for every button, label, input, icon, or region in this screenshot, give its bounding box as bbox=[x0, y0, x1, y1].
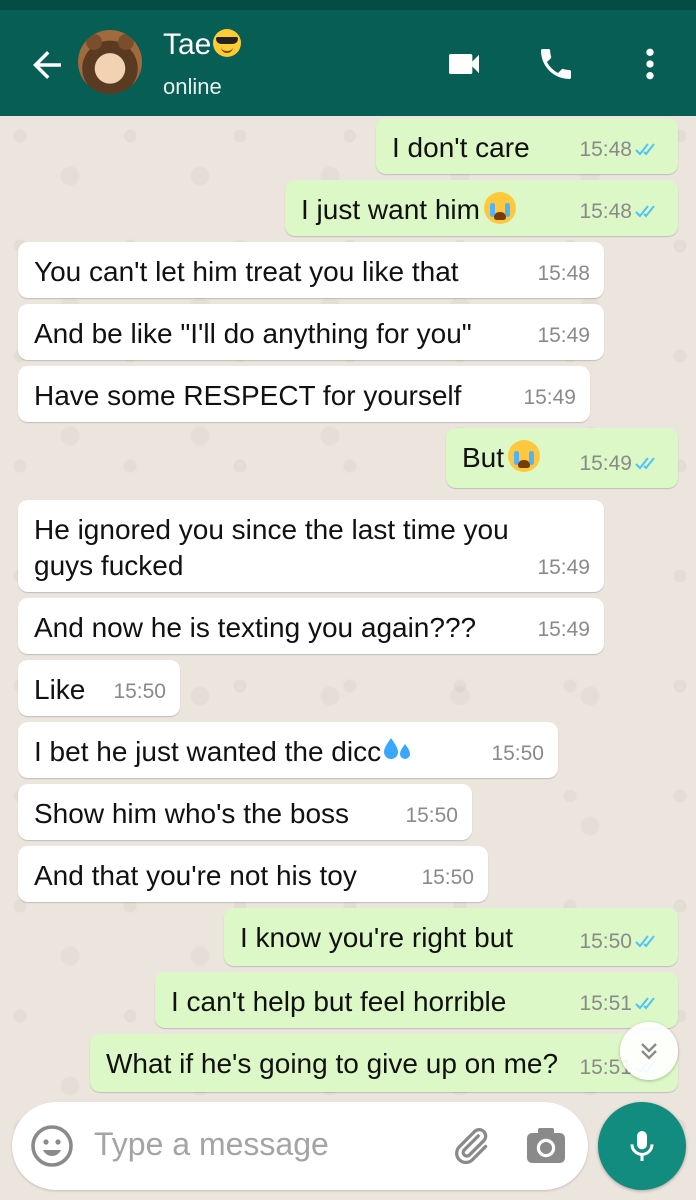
microphone-icon bbox=[630, 1131, 654, 1161]
attachment-clip-icon[interactable] bbox=[448, 1124, 492, 1168]
double-chevron-down-icon bbox=[641, 1043, 657, 1060]
message-time: 15:49 bbox=[537, 556, 590, 579]
voice-message-button[interactable] bbox=[598, 1102, 686, 1190]
more-options-icon[interactable] bbox=[630, 44, 670, 84]
message-time: 15:50 bbox=[113, 680, 166, 703]
message-input[interactable]: Type a message bbox=[94, 1126, 329, 1163]
message-time: 15:50 bbox=[491, 742, 544, 765]
message-bubble[interactable]: Like 15:50 bbox=[18, 660, 180, 716]
loudly-crying-emoji-icon bbox=[508, 440, 541, 472]
message-bubble[interactable]: Have some RESPECT for yourself 15:49 bbox=[18, 366, 590, 422]
message-time: 15:49 bbox=[537, 618, 590, 641]
sunglasses-emoji-icon bbox=[213, 29, 242, 57]
message-composer[interactable]: Type a message bbox=[12, 1102, 588, 1190]
video-call-icon[interactable] bbox=[444, 44, 484, 84]
read-receipt-icon bbox=[635, 997, 655, 1010]
message-bubble[interactable]: I just want him 15:48 bbox=[285, 180, 678, 236]
message-time: 15:48 bbox=[579, 194, 662, 230]
read-receipt-icon bbox=[635, 205, 655, 218]
loudly-crying-emoji-icon bbox=[483, 192, 516, 224]
system-status-bar bbox=[0, 0, 696, 10]
message-bubble[interactable]: Show him who's the boss 15:50 bbox=[18, 784, 472, 840]
emoji-picker-icon[interactable] bbox=[28, 1122, 76, 1170]
message-bubble[interactable]: I bet he just wanted the dicc 15:50 bbox=[18, 722, 558, 778]
message-time: 15:51 bbox=[579, 986, 662, 1022]
contact-name[interactable]: Tae bbox=[163, 28, 242, 62]
message-time: 15:49 bbox=[579, 446, 662, 482]
message-list[interactable]: I don't care 15:48 I just want him 15:48… bbox=[0, 116, 696, 1200]
read-receipt-icon bbox=[635, 457, 655, 470]
message-time: 15:48 bbox=[579, 132, 662, 168]
sweat-droplets-emoji-icon bbox=[384, 738, 411, 759]
message-bubble[interactable]: I can't help but feel horrible 15:51 bbox=[155, 972, 678, 1028]
read-receipt-icon bbox=[635, 935, 655, 948]
chat-header: Tae online bbox=[0, 10, 696, 116]
message-time: 15:49 bbox=[537, 324, 590, 347]
phone-call-icon[interactable] bbox=[536, 44, 576, 84]
message-time: 15:50 bbox=[421, 866, 474, 889]
scroll-to-bottom-button[interactable] bbox=[620, 1022, 678, 1080]
message-bubble[interactable]: He ignored you since the last time you g… bbox=[18, 500, 604, 592]
read-receipt-icon bbox=[635, 143, 655, 156]
message-time: 15:49 bbox=[523, 386, 576, 409]
message-time: 15:48 bbox=[537, 262, 590, 285]
message-bubble[interactable]: I know you're right but 15:50 bbox=[224, 908, 678, 966]
contact-status: online bbox=[163, 74, 222, 99]
message-time: 15:50 bbox=[405, 804, 458, 827]
message-bubble[interactable]: I don't care 15:48 bbox=[376, 118, 678, 174]
contact-avatar[interactable] bbox=[78, 30, 142, 94]
message-bubble[interactable]: And that you're not his toy 15:50 bbox=[18, 846, 488, 902]
message-bubble[interactable]: What if he's going to give up on me? 15:… bbox=[90, 1034, 678, 1092]
camera-icon[interactable] bbox=[522, 1122, 570, 1170]
back-arrow-icon[interactable] bbox=[26, 44, 68, 86]
message-bubble[interactable]: But 15:49 bbox=[446, 428, 678, 488]
message-bubble[interactable]: And now he is texting you again??? 15:49 bbox=[18, 598, 604, 654]
message-bubble[interactable]: And be like "I'll do anything for you" 1… bbox=[18, 304, 604, 360]
message-time: 15:50 bbox=[579, 924, 662, 960]
message-bubble[interactable]: You can't let him treat you like that 15… bbox=[18, 242, 604, 298]
